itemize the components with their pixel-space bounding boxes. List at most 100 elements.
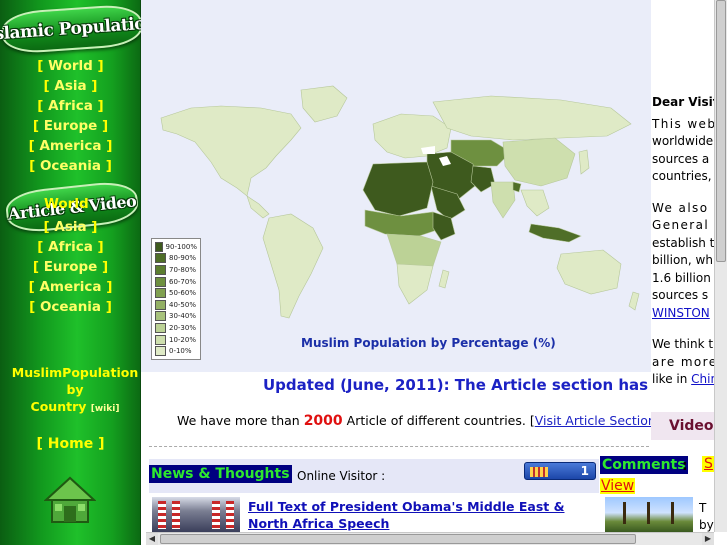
legend-row: 30-40% (155, 311, 197, 323)
vertical-scroll-thumb[interactable] (716, 0, 726, 262)
map-panel: 90-100% 80-90% 70-80% 60-70% 50-60% 40-50% 30-… (141, 0, 651, 372)
wiki-tag: [wiki] (90, 404, 120, 414)
palm-tree-icon (671, 502, 674, 524)
comment-snippet-line: T (699, 501, 707, 515)
wiki-link-line1: MuslimPopulation by (11, 365, 139, 397)
article-nav-oceania[interactable]: [ Oceania ] (0, 297, 141, 317)
map-india (490, 181, 516, 219)
nav-item-label: Africa (48, 239, 93, 255)
article-nav-asia[interactable]: [ Asia ] (0, 217, 141, 237)
nav-item-oceania[interactable]: [ Oceania ] (0, 156, 141, 176)
home-link[interactable]: [ Home ] (0, 436, 141, 452)
legend-swatch (155, 276, 166, 287)
update-notice: Updated (June, 2011): The Article sectio… (141, 372, 651, 398)
article-count-suffix: Article of different countries. [ (346, 413, 535, 428)
legend-swatch (155, 241, 163, 252)
nav-item-america[interactable]: [ America ] (0, 136, 141, 156)
site-logo-text: Islamic Population (0, 13, 158, 45)
nav-item-label: Europe (43, 259, 98, 275)
legend-label: 20-30% (169, 323, 196, 332)
comments-more-link[interactable]: S (702, 456, 715, 472)
horizontal-scrollbar[interactable]: ◀ ▶ (146, 532, 714, 545)
winston-link[interactable]: WINSTON (652, 306, 710, 320)
map-russia (432, 95, 632, 141)
nav-item-label: World (48, 58, 93, 74)
flag-icon (212, 501, 220, 529)
legend-swatch (155, 311, 166, 322)
wiki-link-line2: Country (30, 399, 87, 414)
letter-line: are more (652, 354, 718, 369)
article-count-number: 2000 (303, 413, 343, 429)
online-visitor-label: Online Visitor : (297, 469, 386, 483)
region-nav: [ World ] [ Asia ] [ Africa ] [ Europe ]… (0, 56, 141, 176)
article-nav-world-hidden[interactable]: World (44, 196, 89, 212)
nav-item-world[interactable]: [ World ] (0, 56, 141, 76)
map-europe (372, 113, 452, 159)
letter-line: General S (652, 218, 724, 232)
legend-label: 70-80% (169, 265, 196, 274)
nav-item-label: Asia (54, 219, 87, 235)
legend-row: 40-50% (155, 299, 197, 311)
legend-row: 60-70% (155, 276, 197, 288)
comments-view-link[interactable]: View (600, 478, 636, 494)
legend-label: 60-70% (169, 277, 196, 286)
legend-swatch (155, 322, 166, 333)
comment-thumbnail[interactable] (605, 497, 693, 532)
nav-item-europe[interactable]: [ Europe ] (0, 116, 141, 136)
letter-line: sources a (652, 151, 710, 166)
palm-tree-icon (647, 502, 650, 524)
legend-label: 50-60% (169, 289, 196, 298)
map-bangladesh (512, 181, 522, 193)
letter-line: establish t (652, 235, 715, 250)
site-logo-banner[interactable]: Islamic Population (0, 3, 158, 55)
section-divider (149, 446, 649, 447)
article-nav-america[interactable]: [ America ] (0, 277, 141, 297)
horizontal-scroll-thumb[interactable] (160, 534, 636, 544)
legend-row: 50-60% (155, 287, 197, 299)
wiki-country-link[interactable]: MuslimPopulation by Country [wiki] (2, 364, 148, 418)
vertical-scrollbar[interactable] (714, 0, 727, 532)
world-map[interactable] (151, 78, 651, 338)
legend-label: 10-20% (169, 335, 196, 344)
legend-label: 80-90% (169, 254, 196, 263)
article-count-prefix: We have more than (177, 413, 300, 428)
article-nav-africa[interactable]: [ Africa ] (0, 237, 141, 257)
article-count-line: We have more than 2000 Article of differ… (141, 408, 651, 436)
legend-row: 10-20% (155, 334, 197, 346)
home-label: Home (47, 436, 94, 452)
article-nav: [ Asia ] [ Africa ] [ Europe ] [ America… (0, 217, 141, 317)
sidebar: Islamic Population [ World ] [ Asia ] [ … (0, 0, 158, 545)
letter-line: countries, (652, 169, 712, 183)
map-new-zealand (628, 291, 640, 311)
map-australia (556, 249, 622, 295)
palm-tree-icon (623, 502, 626, 524)
news-headline-link[interactable]: Full Text of President Obama's Middle Ea… (248, 498, 588, 532)
comments-section-title: Comments (600, 456, 688, 474)
map-indonesia (528, 223, 582, 243)
legend-swatch (155, 264, 166, 275)
letter-line: 1.6 billion (652, 270, 711, 285)
visit-article-section-link[interactable]: Visit Article Section (535, 413, 651, 428)
visitor-counter-badge[interactable]: 1 (524, 462, 596, 480)
legend-row: 70-80% (155, 264, 197, 276)
article-nav-europe[interactable]: [ Europe ] (0, 257, 141, 277)
scroll-left-icon[interactable]: ◀ (146, 533, 158, 545)
nav-item-africa[interactable]: [ Africa ] (0, 96, 141, 116)
nav-item-label: Oceania (39, 158, 102, 174)
nav-item-label: Europe (43, 118, 98, 134)
map-china (502, 137, 576, 187)
news-thumbnail[interactable] (152, 497, 240, 532)
map-south-america (262, 213, 324, 319)
flag-icon (158, 501, 166, 529)
news-section-title: News & Thoughts (149, 465, 292, 483)
comment-snippet-line: by (699, 518, 714, 532)
comments-separator: : (682, 458, 688, 474)
legend-swatch (155, 299, 166, 310)
scroll-right-icon[interactable]: ▶ (702, 533, 714, 545)
comment-snippet: T by (699, 500, 714, 532)
house-icon[interactable] (44, 474, 96, 526)
legend-swatch (155, 288, 166, 299)
nav-item-asia[interactable]: [ Asia ] (0, 76, 141, 96)
legend-row: 20-30% (155, 322, 197, 334)
legend-label: 40-50% (169, 300, 196, 309)
